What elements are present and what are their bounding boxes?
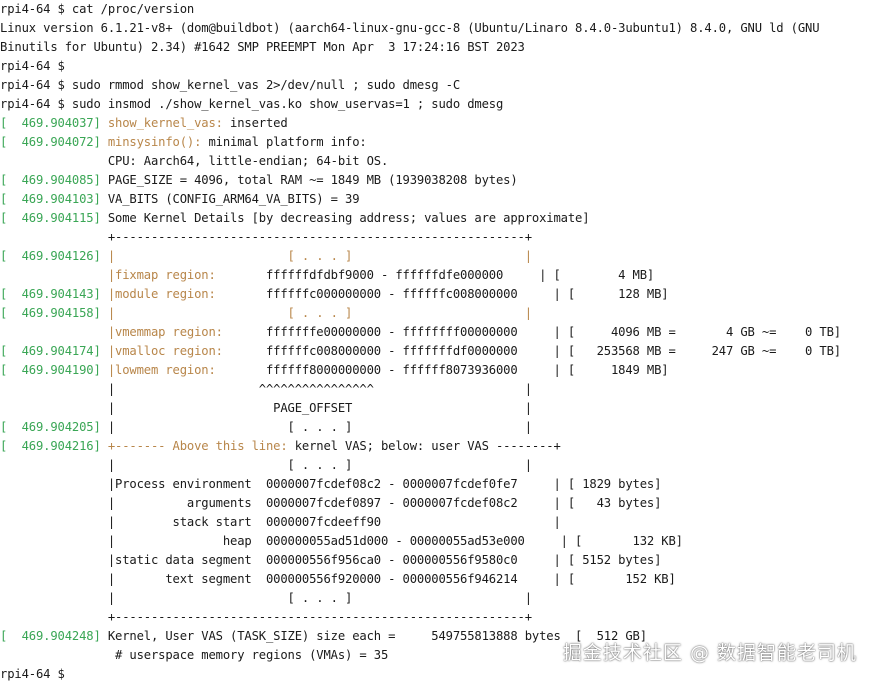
- line-text: kernel VAS; below: user VAS --------+: [287, 439, 561, 453]
- timestamp: [ 469.904248]: [0, 629, 108, 643]
- terminal-line: | stack start 0000007fcdeeff90 |: [0, 513, 875, 532]
- highlight-text: |lowmem region:: [107, 363, 216, 377]
- line-text: CPU: Aarch64, little-endian; 64-bit OS.: [0, 154, 389, 168]
- highlight-text: |module region:: [107, 287, 216, 301]
- line-text: Some Kernel Details [by decreasing addre…: [107, 211, 590, 225]
- watermark-text: 掘金技术社区 @ 数据智能老司机: [562, 642, 857, 664]
- terminal-line: [ 469.904103] VA_BITS (CONFIG_ARM64_VA_B…: [0, 190, 875, 209]
- timestamp: [ 469.904037]: [0, 116, 108, 130]
- terminal-line: | heap 000000055ad51d000 - 00000055ad53e…: [0, 532, 875, 551]
- timestamp: [ 469.904072]: [0, 135, 108, 149]
- terminal-line: | text segment 000000556f920000 - 000000…: [0, 570, 875, 589]
- timestamp: [ 469.904126]: [0, 249, 108, 263]
- terminal-line: | ^^^^^^^^^^^^^^^^ |: [0, 380, 875, 399]
- line-text: minimal platform info:: [201, 135, 367, 149]
- terminal-line: [ 469.904158] | [ . . . ] |: [0, 304, 875, 323]
- terminal-line: [ 469.904190] |lowmem region: ffffff8000…: [0, 361, 875, 380]
- timestamp: [ 469.904103]: [0, 192, 108, 206]
- line-text: | arguments 0000007fcdef0897 - 0000007fc…: [0, 496, 662, 510]
- terminal-line: rpi4-64 $ cat /proc/version: [0, 0, 875, 19]
- terminal-line: [ 469.904216] +------- Above this line: …: [0, 437, 875, 456]
- line-text: VA_BITS (CONFIG_ARM64_VA_BITS) = 39: [107, 192, 360, 206]
- terminal-line: [ 469.904205] | [ . . . ] |: [0, 418, 875, 437]
- timestamp: [ 469.904205]: [0, 420, 108, 434]
- line-text: ffffffc000000000 - ffffffc008000000 | [ …: [215, 287, 669, 301]
- terminal-line: |Process environment 0000007fcdef08c2 - …: [0, 475, 875, 494]
- line-text: | ^^^^^^^^^^^^^^^^ |: [0, 382, 532, 396]
- terminal-line: [ 469.904174] |vmalloc region: ffffffc00…: [0, 342, 875, 361]
- timestamp: [ 469.904158]: [0, 306, 108, 320]
- terminal-line: [ 469.904115] Some Kernel Details [by de…: [0, 209, 875, 228]
- timestamp: [ 469.904115]: [0, 211, 108, 225]
- terminal-line: [ 469.904126] | [ . . . ] |: [0, 247, 875, 266]
- highlight-text: |vmemmap region:: [107, 325, 223, 339]
- line-text: rpi4-64 $ cat /proc/version: [0, 2, 195, 16]
- timestamp: [ 469.904190]: [0, 363, 108, 377]
- line-text: | PAGE_OFFSET |: [0, 401, 532, 415]
- line-text: Binutils for Ubuntu) 2.34) #1642 SMP PRE…: [0, 40, 525, 54]
- line-text: | [ . . . ] |: [0, 458, 532, 472]
- terminal-output[interactable]: rpi4-64 $ cat /proc/version Linux version…: [0, 0, 875, 685]
- line-text: rpi4-64 $: [0, 59, 65, 73]
- highlight-text: |vmalloc region:: [107, 344, 223, 358]
- line-text: +---------------------------------------…: [0, 610, 532, 624]
- line-text: [0, 325, 108, 339]
- line-text: |static data segment 000000556f956ca0 - …: [0, 553, 662, 567]
- highlight-text: minsysinfo():: [107, 135, 202, 149]
- terminal-line: [ 469.904072] minsysinfo(): minimal plat…: [0, 133, 875, 152]
- terminal-line: +---------------------------------------…: [0, 608, 875, 627]
- line-text: | text segment 000000556f920000 - 000000…: [0, 572, 676, 586]
- terminal-line: Linux version 6.1.21-v8+ (dom@buildbot) …: [0, 19, 875, 38]
- line-text: Linux version 6.1.21-v8+ (dom@buildbot) …: [0, 21, 820, 35]
- terminal-line: |static data segment 000000556f956ca0 - …: [0, 551, 875, 570]
- terminal-line: rpi4-64 $ sudo insmod ./show_kernel_vas.…: [0, 95, 875, 114]
- line-text: |Process environment 0000007fcdef08c2 - …: [0, 477, 662, 491]
- terminal-line: | [ . . . ] |: [0, 456, 875, 475]
- line-text: rpi4-64 $ sudo insmod ./show_kernel_vas.…: [0, 97, 504, 111]
- highlight-text: | [ . . . ] |: [107, 249, 532, 263]
- line-text: rpi4-64 $ sudo rmmod show_kernel_vas 2>/…: [0, 78, 460, 92]
- terminal-line: |fixmap region: ffffffdfdbf9000 - ffffff…: [0, 266, 875, 285]
- terminal-line: Binutils for Ubuntu) 2.34) #1642 SMP PRE…: [0, 38, 875, 57]
- line-text: ffffffdfdbf9000 - ffffffdfe000000 | [ 4 …: [215, 268, 655, 282]
- timestamp: [ 469.904174]: [0, 344, 108, 358]
- highlight-text: | [ . . . ] |: [107, 306, 532, 320]
- terminal-line: CPU: Aarch64, little-endian; 64-bit OS.: [0, 152, 875, 171]
- line-text: fffffffe00000000 - ffffffff00000000 | [ …: [222, 325, 841, 339]
- line-text: +---------------------------------------…: [0, 230, 532, 244]
- line-text: | [ . . . ] |: [0, 591, 532, 605]
- timestamp: [ 469.904143]: [0, 287, 108, 301]
- line-text: | [ . . . ] |: [107, 420, 532, 434]
- terminal-line: [ 469.904143] |module region: ffffffc000…: [0, 285, 875, 304]
- terminal-line: rpi4-64 $: [0, 57, 875, 76]
- line-text: rpi4-64 $: [0, 667, 65, 681]
- highlight-text: show_kernel_vas:: [107, 116, 223, 130]
- line-text: PAGE_SIZE = 4096, total RAM ~= 1849 MB (…: [107, 173, 518, 187]
- line-text: inserted: [222, 116, 288, 130]
- terminal-line: | [ . . . ] |: [0, 589, 875, 608]
- line-text: ffffffc008000000 - fffffffdf0000000 | [ …: [222, 344, 841, 358]
- timestamp: [ 469.904216]: [0, 439, 108, 453]
- terminal-line: rpi4-64 $ sudo rmmod show_kernel_vas 2>/…: [0, 76, 875, 95]
- line-text: | stack start 0000007fcdeeff90 |: [0, 515, 561, 529]
- line-text: ffffff8000000000 - ffffff8073936000 | [ …: [215, 363, 669, 377]
- highlight-text: |fixmap region:: [107, 268, 216, 282]
- terminal-line: | arguments 0000007fcdef0897 - 0000007fc…: [0, 494, 875, 513]
- line-text: | heap 000000055ad51d000 - 00000055ad53e…: [0, 534, 683, 548]
- line-text: [0, 268, 108, 282]
- terminal-line: +---------------------------------------…: [0, 228, 875, 247]
- terminal-line: |vmemmap region: fffffffe00000000 - ffff…: [0, 323, 875, 342]
- terminal-line: | PAGE_OFFSET |: [0, 399, 875, 418]
- terminal-line: [ 469.904085] PAGE_SIZE = 4096, total RA…: [0, 171, 875, 190]
- terminal-line: rpi4-64 $: [0, 665, 875, 684]
- terminal-line: [ 469.904037] show_kernel_vas: inserted: [0, 114, 875, 133]
- highlight-text: +------- Above this line:: [107, 439, 288, 453]
- timestamp: [ 469.904085]: [0, 173, 108, 187]
- line-text: # userspace memory regions (VMAs) = 35: [0, 648, 389, 662]
